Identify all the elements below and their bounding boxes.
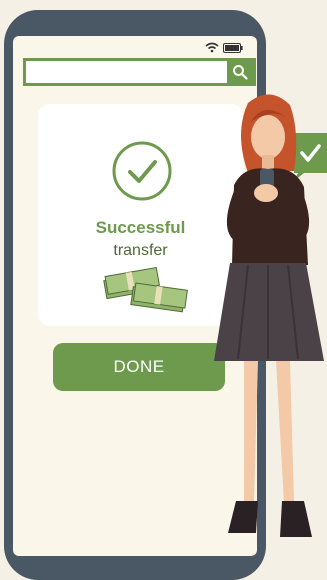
done-button[interactable]: DONE [53,343,225,391]
woman-illustration [214,94,324,537]
status-bar [205,42,243,53]
money-icon [103,266,188,313]
search-icon [233,65,248,80]
search-bar [23,58,256,86]
search-button[interactable] [227,61,253,83]
battery-icon [223,42,243,53]
wifi-icon [205,42,219,53]
checkmark-icon [112,141,172,201]
search-input[interactable] [26,61,227,83]
